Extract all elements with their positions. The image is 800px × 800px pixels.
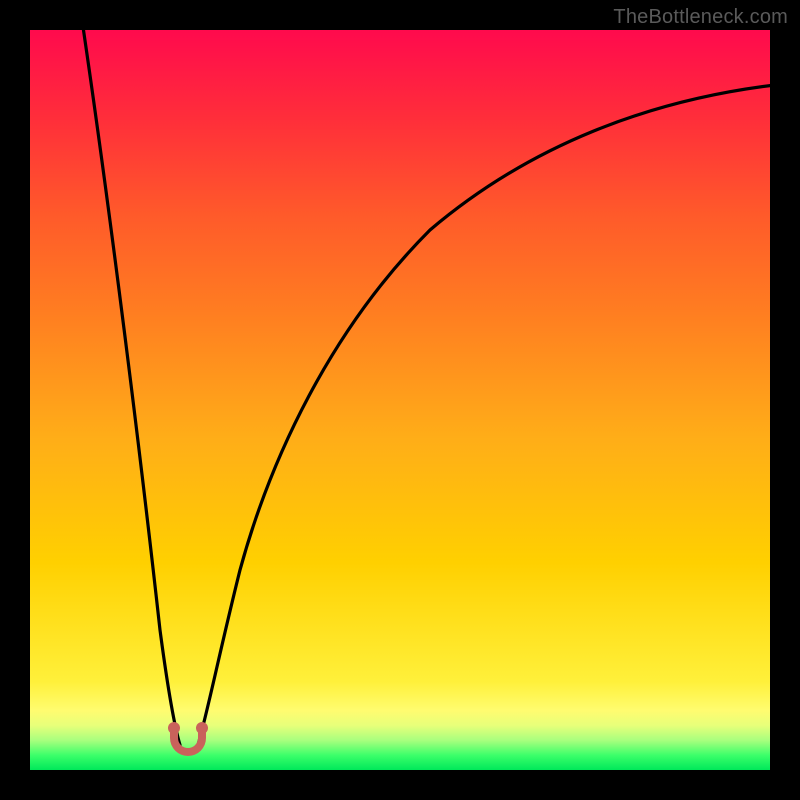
bottleneck-curve — [30, 30, 770, 770]
trough-dot-left — [168, 722, 180, 734]
trough-dot-right — [196, 722, 208, 734]
chart-frame: TheBottleneck.com — [0, 0, 800, 800]
watermark-text: TheBottleneck.com — [613, 6, 788, 29]
plot-area — [30, 30, 770, 770]
